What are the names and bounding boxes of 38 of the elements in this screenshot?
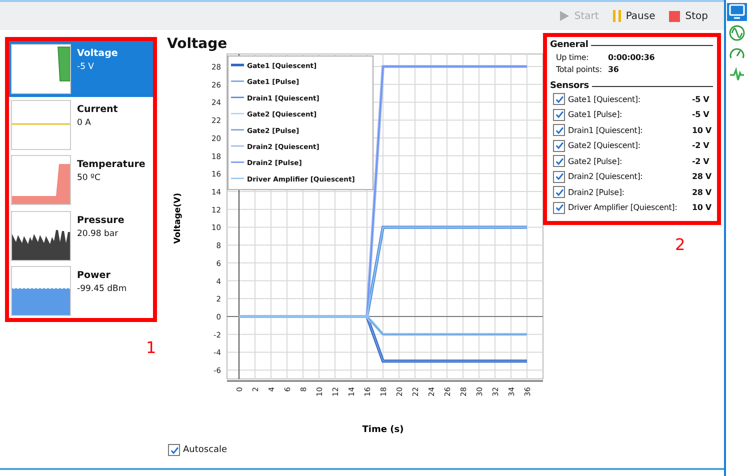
sensor-label: Drain2 [Pulse]: <box>567 188 626 196</box>
sensor-label: Gate2 [Quiescent]: <box>567 141 642 150</box>
sensor-label: Driver Amplifier [Quiescent]: <box>567 203 678 212</box>
sensor-reading: 10 V <box>692 126 712 134</box>
sensor-label: Drain2 [Quiescent]: <box>567 172 644 181</box>
sensor-name: Current <box>77 104 118 114</box>
annotation-number: 1 <box>146 338 156 357</box>
sensor-value: 50 ºC <box>77 173 102 183</box>
sensor-reading: -5 V <box>692 94 710 104</box>
sensor-reading: 28 V <box>692 188 712 196</box>
chart-title: Voltage <box>167 36 228 52</box>
sensor-value: -99.45 dBm <box>77 284 127 294</box>
sensor-value: 20.98 bar <box>77 228 120 238</box>
sensor-name: Pressure <box>77 214 124 226</box>
sensor-reading: -2 V <box>692 141 710 150</box>
sensor-value: -5 V <box>77 62 95 72</box>
sensor-label: Drain1 [Quiescent]: <box>567 126 644 134</box>
sensor-name: Power <box>77 270 112 281</box>
sensor-name: Temperature <box>77 159 146 170</box>
sensor-reading: 28 V <box>692 172 712 181</box>
sensor-label: Gate1 [Quiescent]: <box>567 94 642 104</box>
checkbox-label: Autoscale <box>183 445 228 455</box>
sensor-label: Gate2 [Pulse]: <box>567 156 623 166</box>
y-axis-title: Voltage(V) <box>173 192 183 244</box>
annotation-number: 2 <box>675 235 686 254</box>
field-value: 36 <box>608 65 620 74</box>
field-label: Up time: <box>556 53 590 62</box>
section-title: General <box>550 40 588 50</box>
section-title: Sensors <box>550 81 589 91</box>
field-value: 0:00:00:36 <box>608 53 656 62</box>
sensor-reading: 10 V <box>692 203 712 212</box>
sensor-name: Voltage <box>77 48 118 59</box>
x-axis-title: Time (s) <box>362 425 404 435</box>
sensor-label: Gate1 [Pulse]: <box>567 110 623 119</box>
sensor-reading: -5 V <box>692 110 710 119</box>
sensor-value: 0 A <box>77 118 92 128</box>
field-label: Total points: <box>556 65 603 74</box>
sensor-reading: -2 V <box>692 156 710 166</box>
